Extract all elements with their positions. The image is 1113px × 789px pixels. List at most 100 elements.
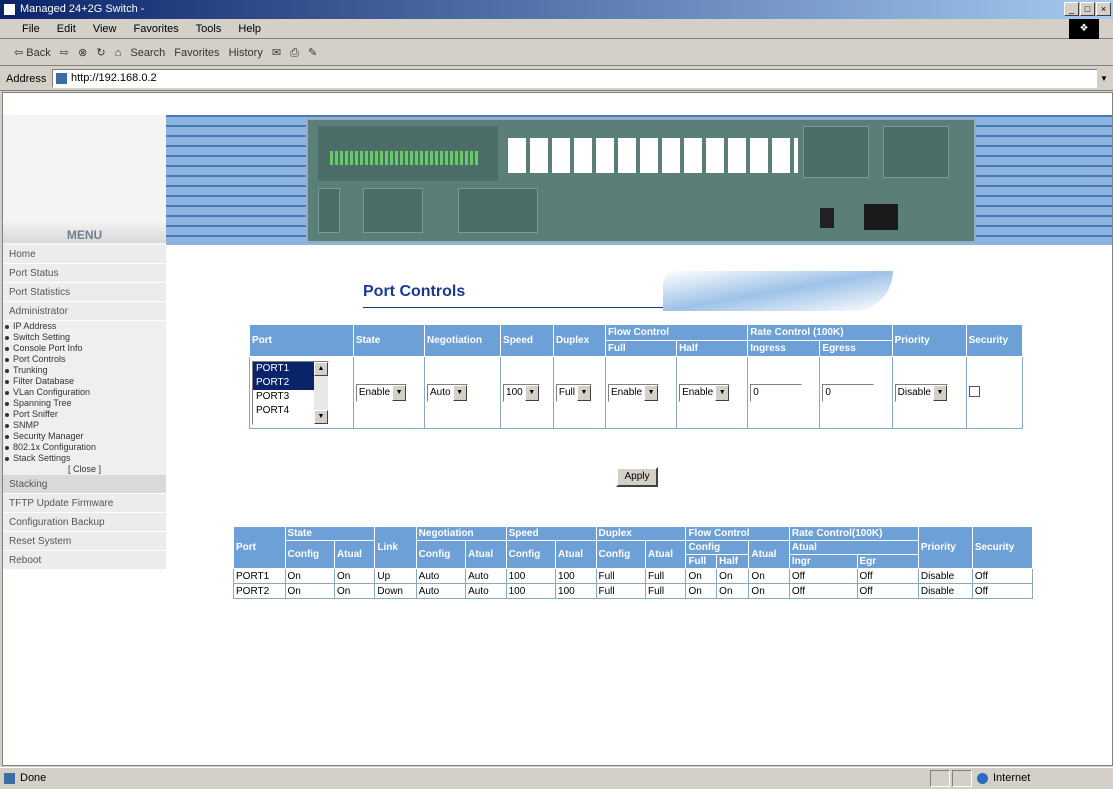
print-icon[interactable]: ⎙ — [290, 40, 299, 66]
port-controls-table: Port State Negotiation Speed Duplex Flow… — [249, 324, 1024, 429]
submenu-spanning-tree[interactable]: Spanning Tree — [3, 398, 166, 409]
ethernet-ports — [508, 138, 798, 173]
egress-input[interactable]: 0 — [822, 383, 875, 402]
scol-port: Port — [233, 526, 286, 569]
table-cell: 100 — [555, 583, 597, 599]
negotiation-select[interactable]: Auto ▼ — [427, 383, 468, 402]
speed-select[interactable]: 100 ▼ — [503, 383, 540, 402]
table-cell: Auto — [415, 568, 467, 584]
home-icon[interactable]: ⌂ — [115, 40, 122, 66]
menu-item-reboot[interactable]: Reboot — [3, 551, 166, 570]
dropdown-arrow-icon: ▼ — [524, 384, 539, 401]
listbox-scrollbar[interactable]: ▲ ▼ — [314, 361, 328, 424]
address-value: http://192.168.0.2 — [71, 72, 157, 84]
submenu-filter-database[interactable]: Filter Database — [3, 376, 166, 387]
menu-view[interactable]: View — [93, 23, 117, 35]
scol-priority: Priority — [917, 526, 973, 569]
page-icon — [56, 73, 67, 84]
table-cell: Off — [788, 568, 858, 584]
menu-item-port-statistics[interactable]: Port Statistics — [3, 283, 166, 302]
menu-item-stacking[interactable]: Stacking — [3, 475, 166, 494]
menu-tools[interactable]: Tools — [196, 23, 222, 35]
col-security: Security — [965, 324, 1024, 357]
submenu-port-controls[interactable]: Port Controls — [3, 354, 166, 365]
duplex-select[interactable]: Full ▼ — [555, 383, 592, 402]
submenu-trunking[interactable]: Trunking — [3, 365, 166, 376]
back-button[interactable]: ⇦ Back — [14, 40, 51, 66]
done-page-icon — [4, 773, 15, 784]
history-button[interactable]: History — [229, 40, 263, 66]
menu-item-home[interactable]: Home — [3, 245, 166, 264]
menu-file[interactable]: File — [22, 23, 40, 35]
table-cell: On — [685, 568, 718, 584]
maximize-button[interactable]: □ — [1080, 2, 1095, 16]
forward-button[interactable]: ⇨ — [60, 40, 69, 66]
title-bar: Managed 24+2G Switch - _ □ × — [0, 0, 1113, 19]
port-status-table: Port State Link Negotiation Speed Duplex… — [233, 526, 1034, 599]
submenu-ip-address[interactable]: IP Address — [3, 321, 166, 332]
submenu-security-manager[interactable]: Security Manager — [3, 431, 166, 442]
menu-item-port-status[interactable]: Port Status — [3, 264, 166, 283]
minimize-button[interactable]: _ — [1064, 2, 1079, 16]
menu-item-reset-system[interactable]: Reset System — [3, 532, 166, 551]
menu-item-configuration-backup[interactable]: Configuration Backup — [3, 513, 166, 532]
power-switch — [820, 208, 834, 228]
state-select[interactable]: Enable ▼ — [355, 383, 408, 402]
submenu-vlan-configuration[interactable]: VLan Configuration — [3, 387, 166, 398]
mail-icon[interactable]: ✉ — [272, 40, 281, 66]
menu-title: MENU — [3, 221, 166, 243]
scol-speed-config: Config — [505, 540, 557, 569]
apply-button[interactable]: Apply — [616, 467, 658, 487]
scol-link: Link — [374, 526, 417, 569]
security-checkbox[interactable] — [968, 385, 980, 397]
submenu-snmp[interactable]: SNMP — [3, 420, 166, 431]
col-flow-control: Flow Control — [604, 324, 749, 341]
submenu-switch-setting[interactable]: Switch Setting — [3, 332, 166, 343]
scol-neg-atual: Atual — [465, 540, 507, 569]
table-cell: Auto — [415, 583, 467, 599]
address-dropdown-icon[interactable]: ▼ — [1097, 69, 1111, 88]
table-cell: Off — [971, 583, 1034, 599]
flow-half-select[interactable]: Enable ▼ — [679, 383, 731, 402]
gigabit-slot-1 — [803, 126, 869, 178]
menu-help[interactable]: Help — [238, 23, 261, 35]
status-cell — [930, 770, 950, 787]
ie-page-icon — [3, 3, 16, 16]
menu-favorites[interactable]: Favorites — [134, 23, 179, 35]
search-button[interactable]: Search — [130, 40, 165, 66]
menu-edit[interactable]: Edit — [57, 23, 76, 35]
close-button[interactable]: × — [1096, 2, 1111, 16]
scol-speed: Speed — [505, 526, 597, 541]
menu-item-tftp-update-firmware[interactable]: TFTP Update Firmware — [3, 494, 166, 513]
scol-state-atual: Atual — [333, 540, 376, 569]
submenu-port-sniffer[interactable]: Port Sniffer — [3, 409, 166, 420]
priority-select[interactable]: Disable ▼ — [894, 383, 948, 402]
status-bar: Done Internet — [0, 767, 1113, 788]
scroll-up-icon[interactable]: ▲ — [314, 361, 328, 376]
scroll-down-icon[interactable]: ▼ — [314, 409, 328, 424]
col-ingress: Ingress — [747, 340, 821, 357]
table-cell: 100 — [505, 583, 557, 599]
stop-icon[interactable]: ⊗ — [78, 40, 87, 66]
submenu-stack-settings[interactable]: Stack Settings — [3, 453, 166, 464]
menu-item-administrator[interactable]: Administrator — [3, 302, 166, 321]
address-label: Address — [6, 73, 47, 85]
col-negotiation: Negotiation — [424, 324, 502, 357]
table-cell: On — [748, 568, 790, 584]
flow-full-select[interactable]: Enable ▼ — [607, 383, 660, 402]
address-input[interactable]: http://192.168.0.2 — [52, 69, 1102, 88]
status-rows: PORT1 On On Up Auto Auto 100 100 Full Full On On On O… — [233, 568, 1034, 599]
globe-icon — [977, 773, 988, 784]
table-cell: Off — [856, 583, 919, 599]
refresh-icon[interactable]: ↻ — [96, 40, 105, 66]
table-row: PORT1 On On Up Auto Auto 100 100 Full Full On On On O… — [233, 568, 1034, 584]
submenu-console-port-info[interactable]: Console Port Info — [3, 343, 166, 354]
edit-icon[interactable]: ✎ — [308, 40, 317, 66]
ingress-input[interactable]: 0 — [750, 383, 803, 402]
close-submenu-link[interactable]: [ Close ] — [3, 464, 166, 475]
port-listbox[interactable]: PORT1 PORT2 PORT3 PORT4 ▲ ▼ — [252, 360, 329, 425]
col-flow-half: Half — [676, 340, 749, 357]
submenu-8021x-configuration[interactable]: 802.1x Configuration — [3, 442, 166, 453]
favorites-button[interactable]: Favorites — [174, 40, 219, 66]
switch-chassis — [306, 118, 976, 243]
